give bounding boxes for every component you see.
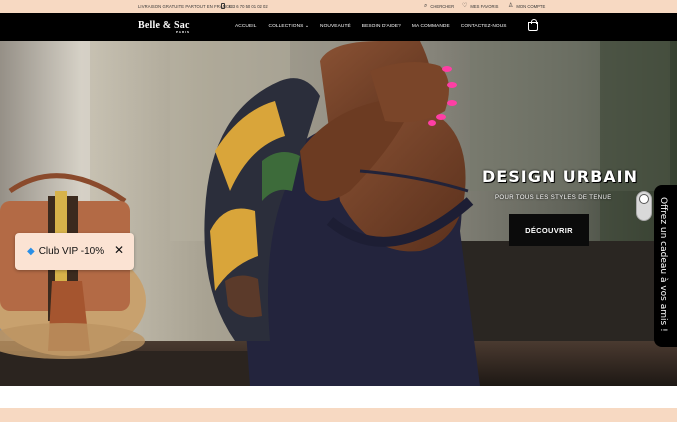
menu-item-nouveaute[interactable]: NOUVEAUTÉ bbox=[320, 24, 351, 29]
user-icon: ♙ bbox=[508, 3, 514, 9]
account-link[interactable]: ♙ MON COMPTE bbox=[508, 3, 545, 9]
shipping-notice: LIVRAISON GRATUITE PARTOUT EN FRANCE bbox=[138, 4, 232, 9]
account-label: MON COMPTE bbox=[516, 3, 546, 9]
site-logo[interactable]: Belle & Sac PARIS bbox=[138, 20, 190, 34]
hero-subtitle: POUR TOUS LES STYLES DE TENUE bbox=[495, 195, 612, 201]
menu-item-ma-commande[interactable]: MA COMMANDE bbox=[412, 24, 450, 29]
gift-friend-tab[interactable]: Offrez un cadeau à vos amis ! bbox=[654, 185, 677, 347]
favorites-label: MES FAVORIS bbox=[470, 3, 499, 9]
heart-icon: ♡ bbox=[462, 3, 468, 9]
hero-banner: DESIGN URBAIN POUR TOUS LES STYLES DE TE… bbox=[0, 41, 677, 386]
search-label: CHERCHER bbox=[430, 3, 455, 9]
phone-icon bbox=[221, 3, 225, 9]
top-announcement-bar: LIVRAISON GRATUITE PARTOUT EN FRANCE +33… bbox=[0, 0, 677, 13]
menu-item-besoin-aide[interactable]: BESOIN D'AIDE? bbox=[362, 24, 401, 29]
bag-icon[interactable] bbox=[528, 19, 538, 31]
widget-toggle[interactable] bbox=[636, 191, 652, 221]
gift-tab-label: Offrez un cadeau à vos amis ! bbox=[658, 197, 668, 332]
favorites-link[interactable]: ♡ MES FAVORIS bbox=[462, 3, 498, 9]
menu-item-contact[interactable]: CONTACTEZ-NOUS bbox=[461, 24, 507, 29]
section-divider bbox=[0, 408, 677, 422]
search-link[interactable]: ⌕ CHERCHER bbox=[424, 3, 454, 9]
menu-item-collections[interactable]: COLLECTIONS ⌄ bbox=[269, 24, 310, 29]
logo-subtext: PARIS bbox=[176, 30, 190, 34]
search-icon: ⌕ bbox=[424, 3, 428, 9]
gem-icon: ◆ bbox=[27, 246, 35, 257]
toggle-knob bbox=[639, 194, 649, 204]
vip-club-popup[interactable]: ◆ Club VIP -10% ✕ bbox=[15, 233, 134, 270]
main-header: Belle & Sac PARIS ACCUEIL COLLECTIONS ⌄ … bbox=[0, 13, 677, 41]
vip-label: Club VIP -10% bbox=[38, 246, 105, 257]
phone-number: +33 6 70 50 01 02 02 bbox=[228, 3, 268, 9]
phone-contact[interactable]: +33 6 70 50 01 02 02 bbox=[221, 3, 268, 9]
hero-title: DESIGN URBAIN bbox=[482, 167, 639, 186]
discover-button[interactable]: DÉCOUVRIR bbox=[509, 214, 589, 246]
main-menu: ACCUEIL COLLECTIONS ⌄ NOUVEAUTÉ BESOIN D… bbox=[235, 24, 507, 29]
menu-item-accueil[interactable]: ACCUEIL bbox=[235, 24, 257, 29]
close-icon[interactable]: ✕ bbox=[114, 243, 124, 257]
